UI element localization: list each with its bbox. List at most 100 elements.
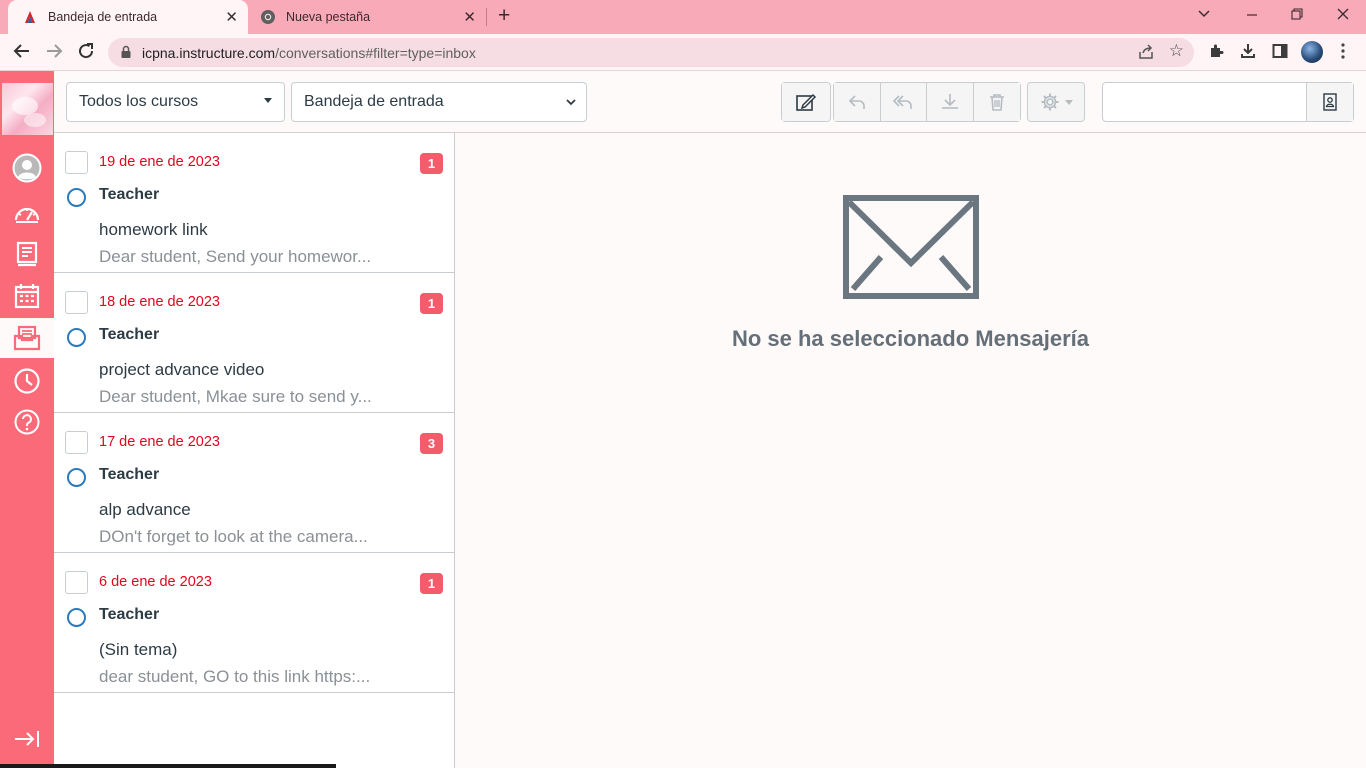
tab-search-chevron-icon[interactable] (1197, 4, 1211, 29)
extensions-icon[interactable] (1208, 43, 1224, 64)
course-filter-select[interactable]: Todos los cursos (66, 82, 285, 122)
unread-toggle[interactable] (67, 468, 86, 487)
message-subject: (Sin tema) (99, 640, 178, 659)
reply-all-icon (893, 95, 913, 109)
reply-icon (848, 95, 865, 109)
inbox-header: Todos los cursos Bandeja de entrada (54, 71, 1366, 133)
close-tab-icon[interactable]: ✕ (463, 8, 476, 26)
select-checkbox[interactable] (65, 571, 88, 594)
message-date: 18 de ene de 2023 (99, 294, 220, 310)
tab-inbox[interactable]: Bandeja de entrada ✕ (8, 0, 248, 34)
url-text: icpna.instructure.com/conversations#filt… (142, 45, 476, 61)
menu-kebab-icon[interactable] (1340, 41, 1346, 66)
compose-icon (795, 93, 816, 111)
new-tab-icon[interactable]: + (498, 5, 510, 26)
archive-icon (941, 94, 958, 109)
compose-button[interactable] (782, 83, 829, 121)
message-date: 6 de ene de 2023 (99, 574, 212, 590)
mailbox-filter-value: Bandeja de entrada (304, 93, 444, 110)
history-icon[interactable] (0, 361, 54, 401)
message-subject: alp advance (99, 500, 191, 519)
back-icon[interactable] (12, 41, 32, 66)
message-count-badge: 1 (420, 153, 443, 174)
settings-menu-button[interactable] (1027, 82, 1085, 122)
canvas-favicon-icon (22, 9, 38, 25)
select-checkbox[interactable] (65, 151, 88, 174)
bookmark-star-icon[interactable]: ☆ (1169, 41, 1184, 61)
calendar-icon[interactable] (0, 276, 54, 316)
address-book-button[interactable] (1306, 83, 1353, 121)
close-tab-icon[interactable]: ✕ (225, 8, 238, 26)
help-icon[interactable] (0, 402, 54, 442)
message-subject: project advance video (99, 360, 265, 379)
message-author: Teacher (99, 186, 160, 203)
caret-down-icon (1064, 99, 1073, 105)
message-detail-pane: No se ha seleccionado Mensajería (455, 133, 1366, 768)
chevron-down-icon (565, 95, 577, 114)
collapse-nav-icon[interactable] (13, 729, 41, 754)
chrome-favicon-icon (260, 9, 276, 25)
empty-state-title: No se ha seleccionado Mensajería (731, 326, 1090, 351)
caret-down-icon (264, 98, 272, 103)
message-count-badge: 3 (420, 433, 443, 454)
download-icon[interactable] (1240, 43, 1256, 64)
message-author: Teacher (99, 466, 160, 483)
list-item[interactable]: 6 de ene de 2023 1 Teacher (Sin tema) de… (54, 553, 454, 693)
minimize-icon[interactable] (1245, 4, 1259, 29)
tab-new[interactable]: Nueva pestaña ✕ (250, 0, 486, 34)
message-preview: dear student, GO to this link https:... (99, 667, 371, 686)
course-filter-value: Todos los cursos (79, 93, 199, 110)
message-list: 19 de ene de 2023 1 Teacher homework lin… (54, 133, 455, 768)
list-item[interactable]: 17 de ene de 2023 3 Teacher alp advance … (54, 413, 454, 553)
delete-button[interactable] (973, 83, 1020, 121)
address-book-icon (1323, 93, 1337, 111)
reply-all-button[interactable] (880, 83, 927, 121)
reload-icon[interactable] (76, 41, 96, 66)
forward-icon[interactable] (44, 41, 64, 66)
envelope-icon (843, 195, 979, 299)
message-date: 19 de ene de 2023 (99, 154, 220, 170)
close-window-icon[interactable] (1336, 4, 1350, 29)
lock-icon[interactable] (120, 45, 132, 64)
message-preview: Dear student, Mkae sure to send y... (99, 387, 372, 406)
restore-icon[interactable] (1290, 4, 1304, 29)
taskbar-edge (0, 764, 336, 768)
reply-button[interactable] (834, 83, 881, 121)
url-path: /conversations#filter=type=inbox (275, 45, 476, 61)
browser-toolbar: icpna.instructure.com/conversations#filt… (0, 34, 1366, 71)
share-icon[interactable] (1138, 44, 1154, 65)
institution-logo[interactable] (2, 83, 53, 135)
tab-divider (486, 8, 487, 26)
unread-toggle[interactable] (67, 328, 86, 347)
compose-group (781, 82, 831, 122)
message-count-badge: 1 (420, 573, 443, 594)
unread-toggle[interactable] (67, 188, 86, 207)
list-item[interactable]: 18 de ene de 2023 1 Teacher project adva… (54, 273, 454, 413)
global-navigation (0, 71, 54, 768)
message-author: Teacher (99, 606, 160, 623)
unread-toggle[interactable] (67, 608, 86, 627)
browser-tabstrip: Bandeja de entrada ✕ Nueva pestaña ✕ + (0, 0, 1366, 34)
courses-icon[interactable] (0, 234, 54, 274)
mailbox-filter-select[interactable]: Bandeja de entrada (291, 82, 587, 122)
message-author: Teacher (99, 326, 160, 343)
side-panel-icon[interactable] (1272, 43, 1288, 64)
message-subject: homework link (99, 220, 208, 239)
archive-button[interactable] (927, 83, 974, 121)
list-item[interactable]: 19 de ene de 2023 1 Teacher homework lin… (54, 133, 454, 273)
trash-icon (989, 94, 1004, 111)
profile-avatar[interactable] (1301, 41, 1323, 63)
message-preview: DOn't forget to look at the camera... (99, 527, 368, 546)
account-icon[interactable] (0, 148, 54, 188)
message-actions-group (833, 82, 1021, 122)
tab-title: Nueva pestaña (286, 10, 371, 24)
select-checkbox[interactable] (65, 431, 88, 454)
inbox-icon[interactable] (0, 318, 54, 358)
tab-title: Bandeja de entrada (48, 10, 158, 24)
dashboard-icon[interactable] (0, 193, 54, 233)
select-checkbox[interactable] (65, 291, 88, 314)
url-host: icpna.instructure.com (142, 45, 276, 61)
address-bar[interactable]: icpna.instructure.com/conversations#filt… (108, 38, 1194, 67)
search-field[interactable] (1102, 82, 1354, 122)
message-preview: Dear student, Send your homewor... (99, 247, 372, 266)
